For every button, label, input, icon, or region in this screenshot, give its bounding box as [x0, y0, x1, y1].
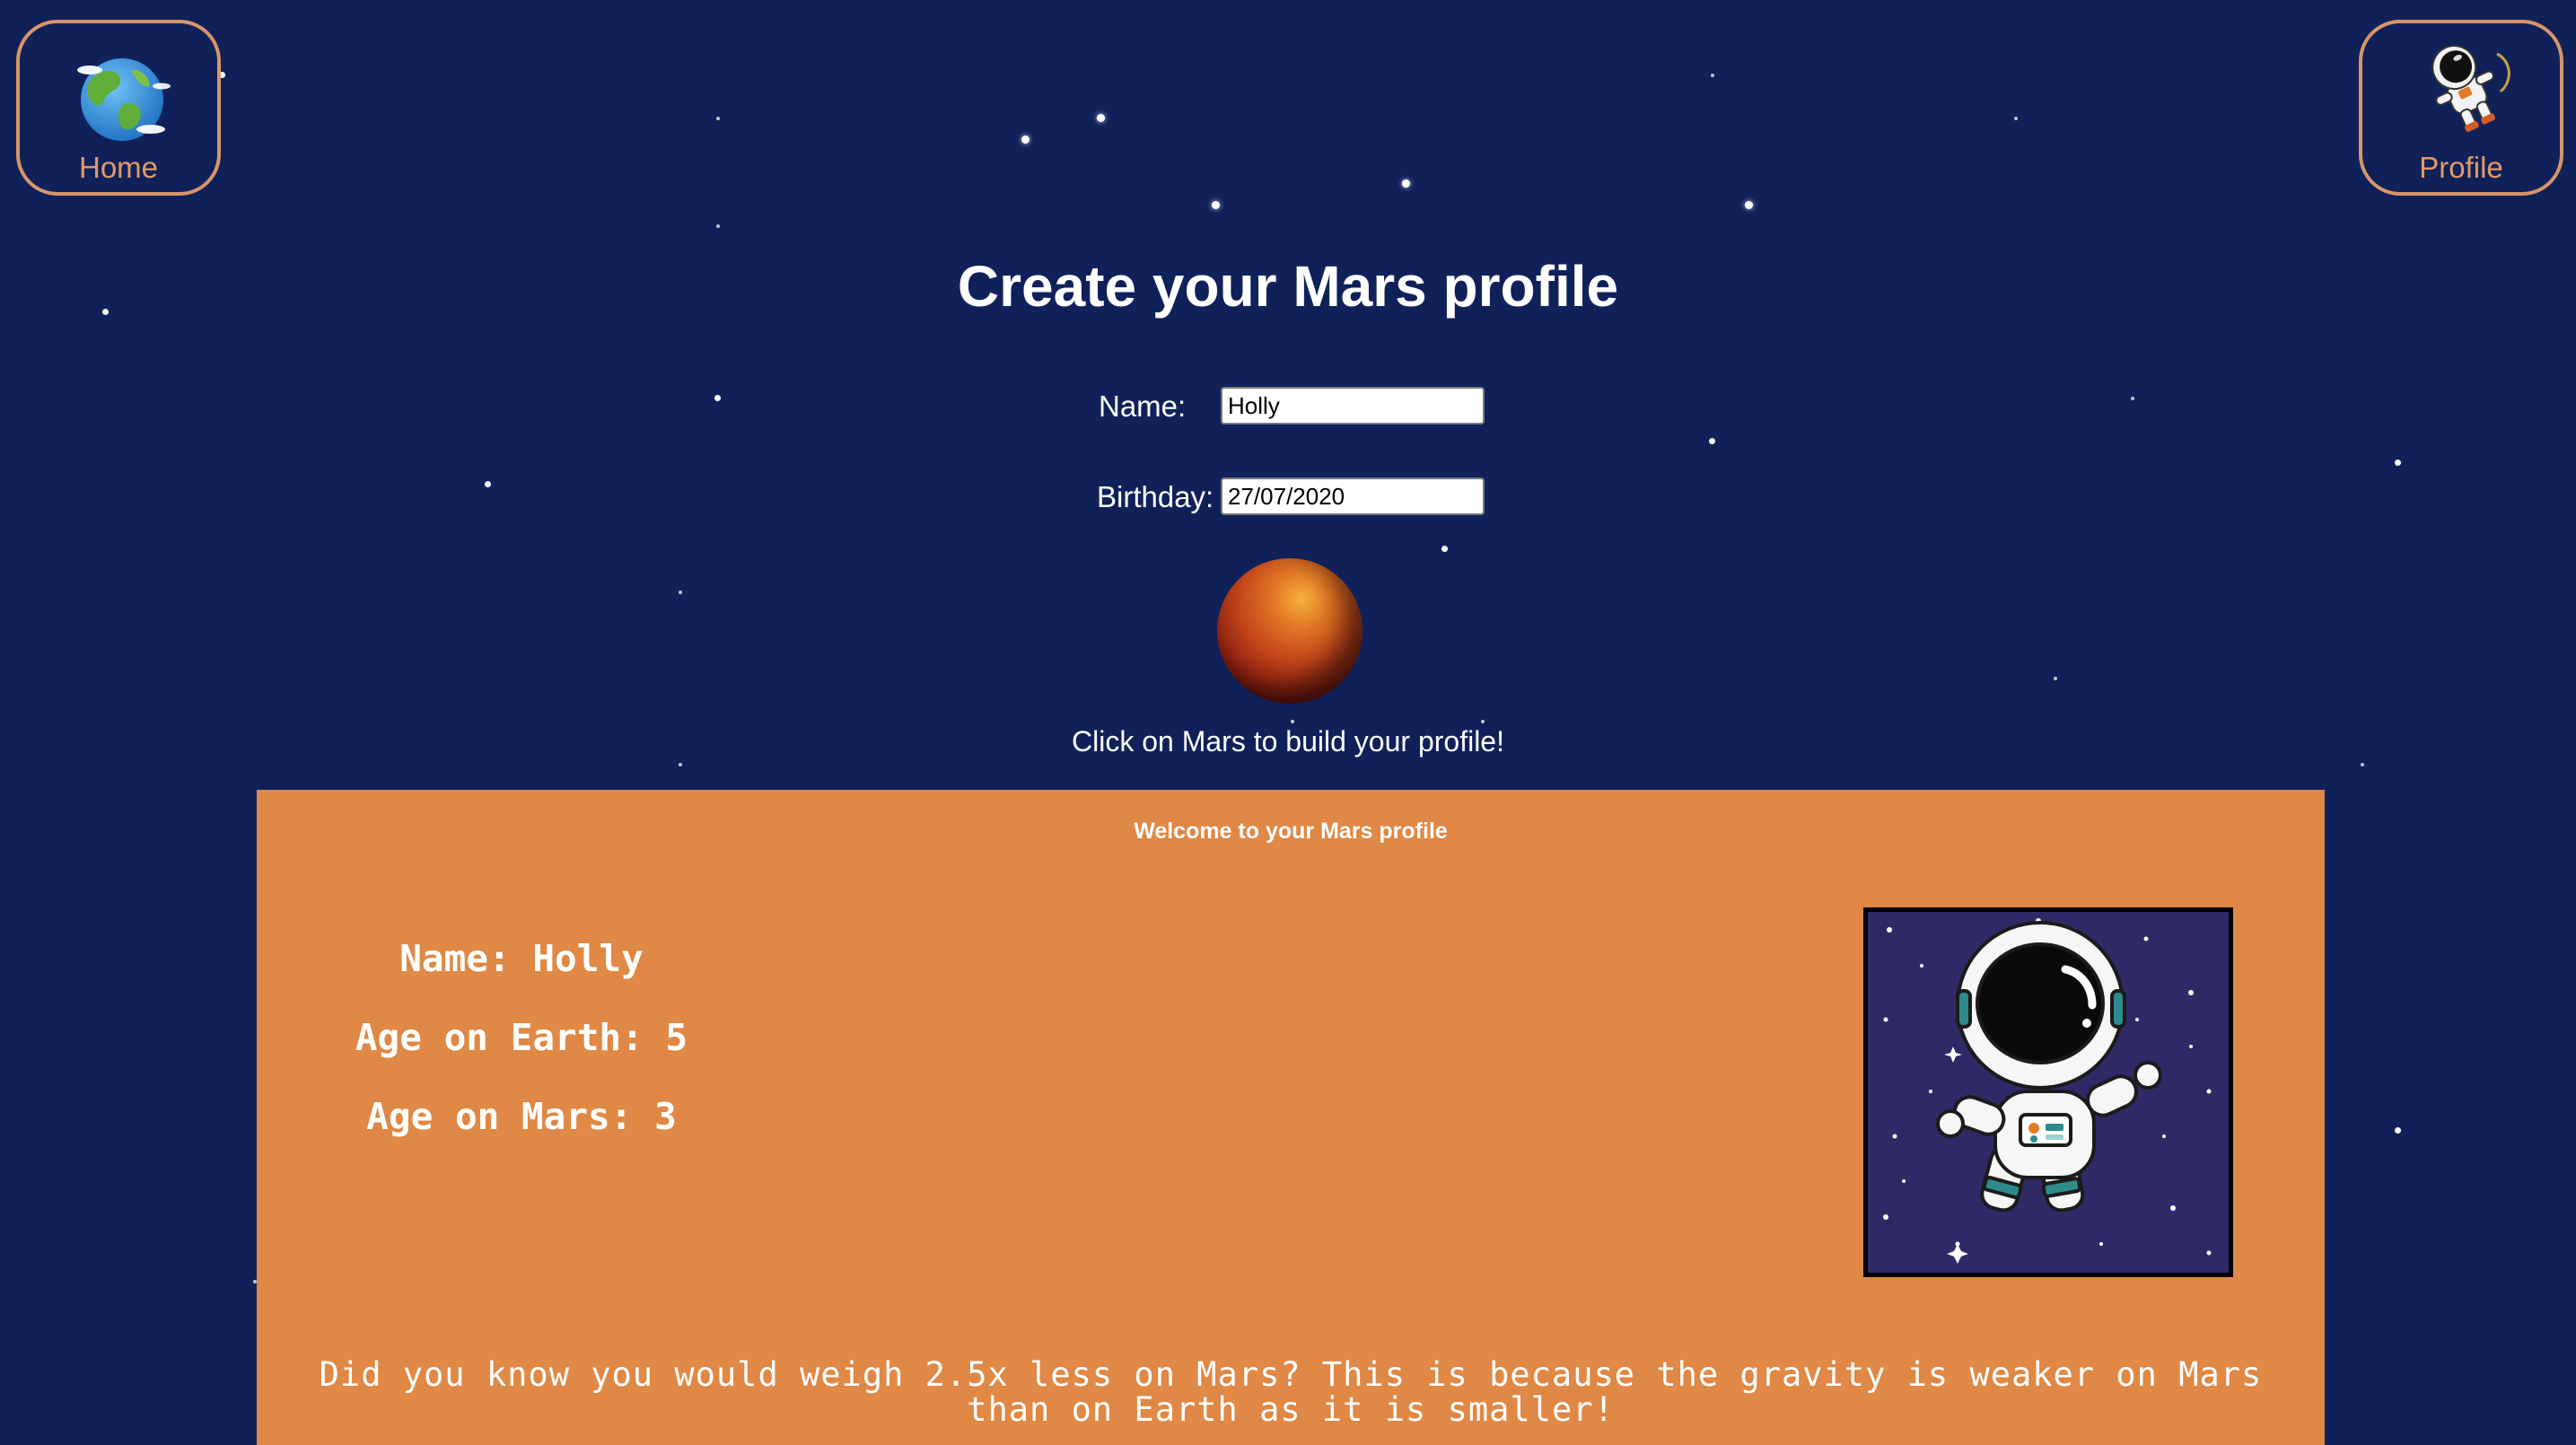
profile-nav-label: Profile	[2419, 151, 2503, 184]
home-nav-label: Home	[78, 151, 159, 184]
profile-card-title: Welcome to your Mars profile	[1134, 819, 1448, 844]
astronaut-in-space-icon	[1883, 918, 2212, 1264]
profile-nav-button[interactable]: Profile	[2359, 20, 2563, 196]
mars-hint-text: Click on Mars to build your profile!	[1072, 725, 1504, 758]
earth-globe-icon	[77, 58, 171, 141]
name-label: Name:	[1099, 390, 1187, 423]
mars-profile-card: Welcome to your Mars profile Name: Holly…	[257, 790, 2325, 1445]
home-nav-button[interactable]: Home	[16, 20, 221, 196]
astronaut-icon	[2431, 45, 2510, 132]
mars-planet-button[interactable]	[1217, 558, 1362, 704]
profile-name: Name: Holly	[399, 937, 644, 980]
birthday-input[interactable]	[1221, 477, 1485, 515]
page-title: Create your Mars profile	[957, 254, 1619, 319]
profile-earth-age: Age on Earth: 5	[355, 1016, 688, 1059]
astronaut-illustration	[1863, 907, 2233, 1277]
mars-gravity-fact: Did you know you would weigh 2.5x less o…	[319, 1355, 2263, 1429]
birthday-label: Birthday:	[1097, 480, 1214, 513]
name-input[interactable]	[1221, 387, 1485, 425]
profile-mars-age: Age on Mars: 3	[366, 1095, 677, 1138]
